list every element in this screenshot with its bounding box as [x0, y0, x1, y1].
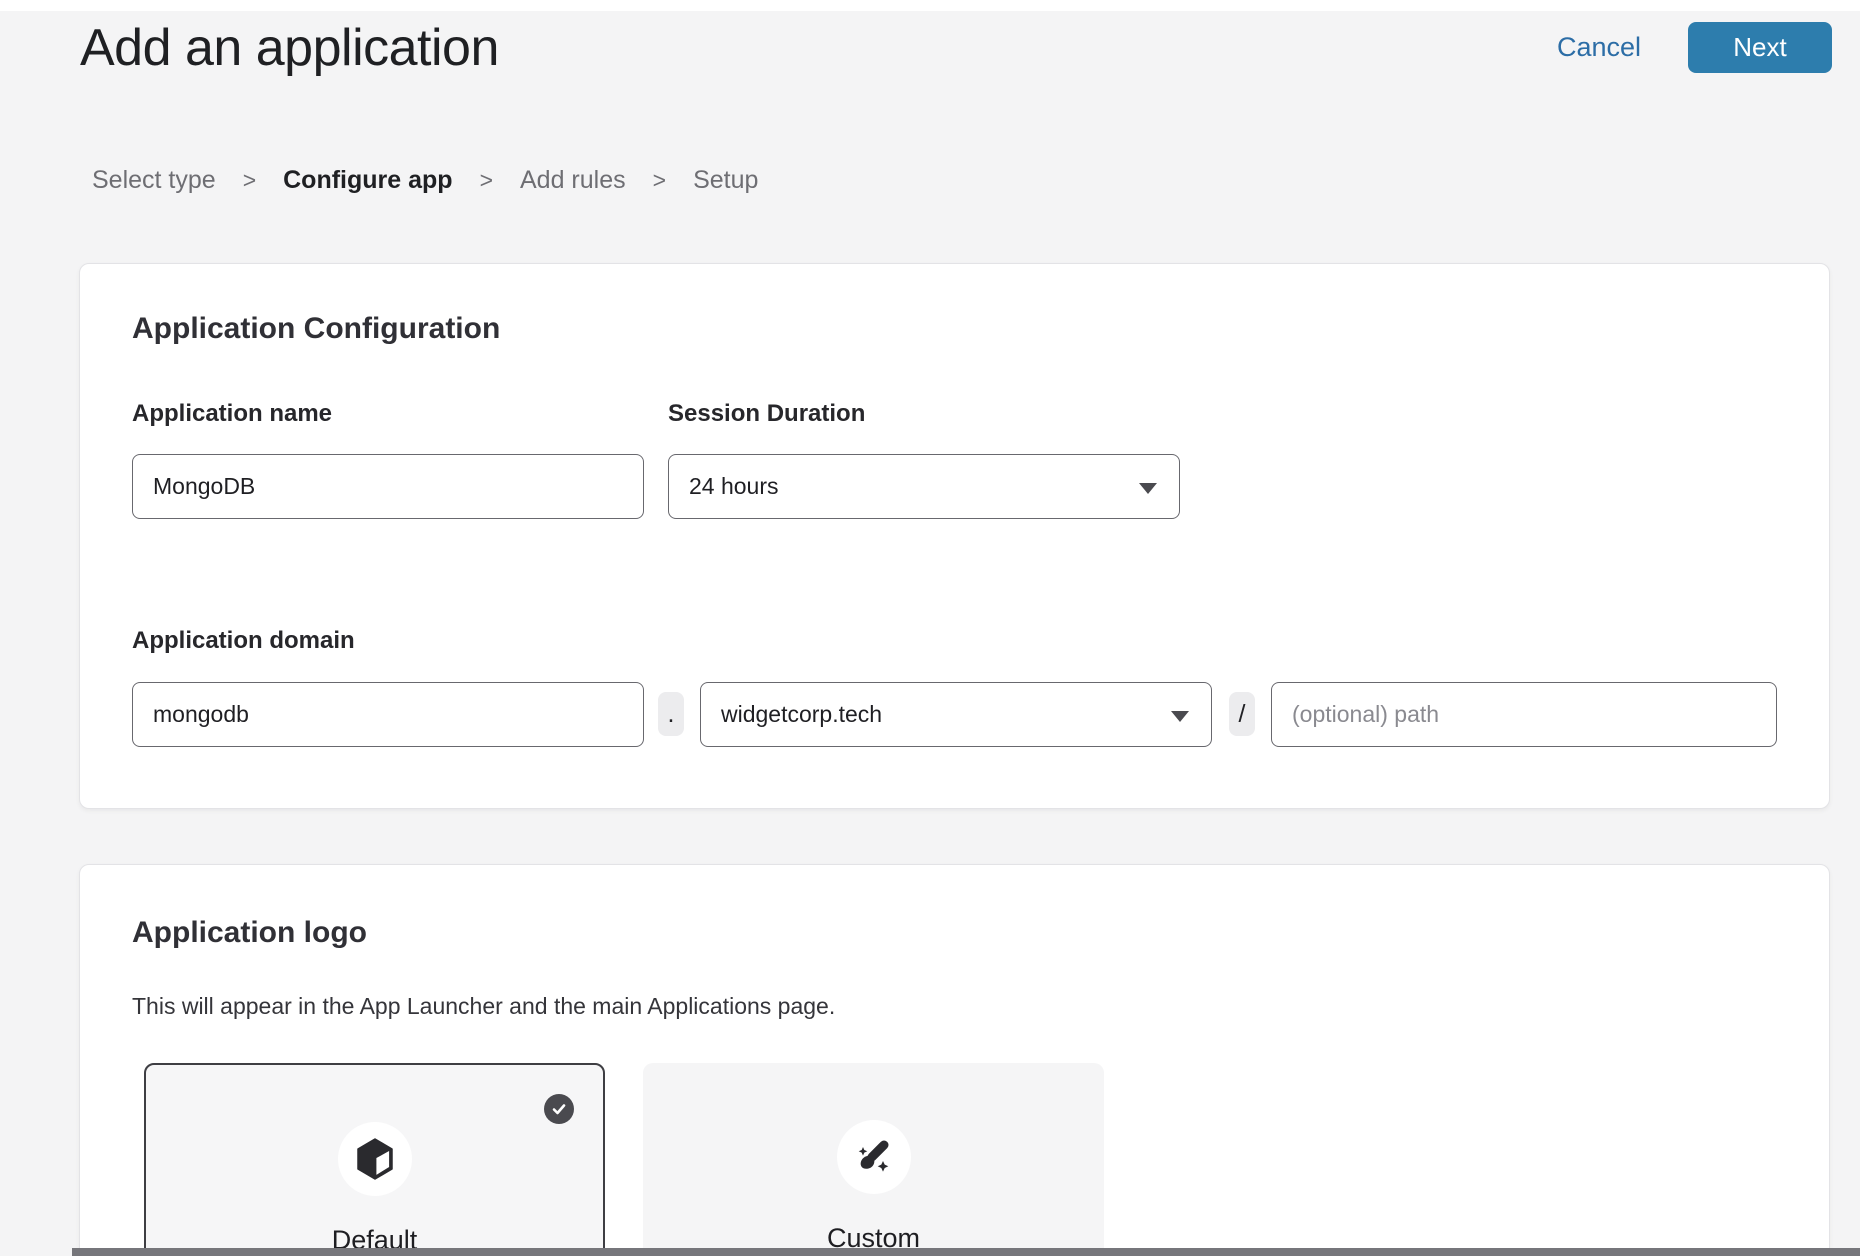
domain-slash-separator: /	[1229, 692, 1255, 736]
breadcrumb: Select type > Configure app > Add rules …	[92, 166, 758, 195]
selected-check-badge	[544, 1094, 574, 1124]
logo-description: This will appear in the App Launcher and…	[132, 993, 835, 1020]
config-card-heading: Application Configuration	[132, 312, 500, 346]
application-domain-label: Application domain	[132, 627, 355, 655]
check-icon	[550, 1100, 568, 1118]
application-logo-card: Application logo This will appear in the…	[79, 864, 1830, 1256]
application-name-label: Application name	[132, 400, 332, 428]
breadcrumb-separator: >	[653, 167, 666, 194]
subdomain-input[interactable]	[132, 682, 644, 747]
application-configuration-card: Application Configuration Application na…	[79, 263, 1830, 809]
chevron-down-icon	[1139, 483, 1157, 494]
breadcrumb-step-setup[interactable]: Setup	[693, 166, 758, 195]
next-button[interactable]: Next	[1688, 22, 1832, 73]
cube-icon	[357, 1138, 393, 1180]
domain-dot-separator: .	[658, 692, 684, 736]
logo-card-heading: Application logo	[132, 916, 367, 950]
breadcrumb-separator: >	[480, 167, 493, 194]
session-duration-label: Session Duration	[668, 400, 865, 428]
custom-logo-circle	[837, 1120, 911, 1194]
logo-options: Default Custom	[144, 1063, 1104, 1256]
paintbrush-icon	[855, 1137, 893, 1177]
logo-option-custom[interactable]: Custom	[643, 1063, 1104, 1256]
breadcrumb-step-configure-app[interactable]: Configure app	[283, 166, 452, 195]
top-strip	[0, 0, 1860, 11]
logo-option-default[interactable]: Default	[144, 1063, 605, 1256]
application-name-input[interactable]	[132, 454, 644, 519]
bottom-edge-bar	[72, 1248, 1860, 1256]
path-input[interactable]	[1271, 682, 1777, 747]
page-title: Add an application	[80, 18, 499, 78]
domain-select[interactable]: widgetcorp.tech	[700, 682, 1212, 747]
breadcrumb-step-select-type[interactable]: Select type	[92, 166, 216, 195]
chevron-down-icon	[1171, 711, 1189, 722]
breadcrumb-separator: >	[243, 167, 256, 194]
session-duration-value: 24 hours	[689, 473, 779, 500]
breadcrumb-step-add-rules[interactable]: Add rules	[520, 166, 626, 195]
domain-value: widgetcorp.tech	[721, 701, 882, 728]
cancel-button[interactable]: Cancel	[1557, 32, 1641, 63]
default-logo-circle	[338, 1122, 412, 1196]
session-duration-select[interactable]: 24 hours	[668, 454, 1180, 519]
